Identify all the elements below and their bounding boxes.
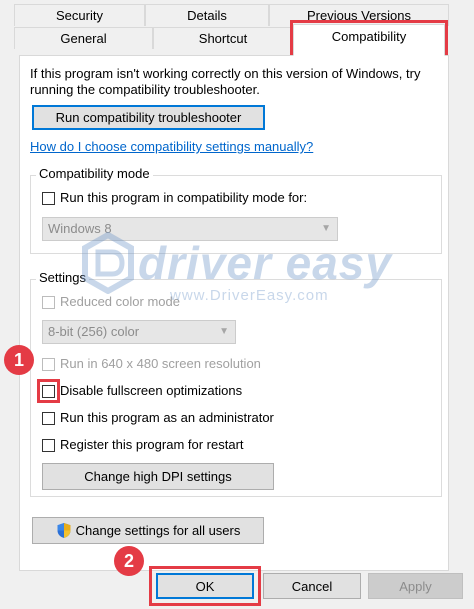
cancel-button[interactable]: Cancel bbox=[263, 573, 361, 599]
run-admin-checkbox[interactable] bbox=[42, 412, 55, 425]
cancel-label: Cancel bbox=[291, 578, 333, 594]
run-admin-label: Run this program as an administrator bbox=[60, 410, 274, 425]
run-troubleshooter-button[interactable]: Run compatibility troubleshooter bbox=[32, 105, 265, 130]
apply-label: Apply bbox=[399, 578, 432, 594]
compat-mode-selected: Windows 8 bbox=[48, 221, 112, 236]
tab-previous-versions[interactable]: Previous Versions bbox=[269, 4, 449, 26]
compat-mode-checkbox-label: Run this program in compatibility mode f… bbox=[60, 190, 308, 205]
step-1-badge: 1 bbox=[4, 345, 34, 375]
apply-button[interactable]: Apply bbox=[368, 573, 463, 599]
tab-compatibility[interactable]: Compatibility bbox=[293, 24, 445, 56]
ok-button[interactable]: OK bbox=[156, 573, 254, 599]
change-all-users-label: Change settings for all users bbox=[75, 523, 241, 538]
intro-text-line-1: If this program isn't working correctly … bbox=[30, 66, 421, 81]
tab-details[interactable]: Details bbox=[145, 4, 269, 26]
change-all-users-button[interactable]: Change settings for all users bbox=[32, 517, 264, 544]
shield-icon bbox=[56, 522, 72, 539]
run-troubleshooter-label: Run compatibility troubleshooter bbox=[55, 110, 242, 125]
register-restart-checkbox[interactable] bbox=[42, 439, 55, 452]
change-high-dpi-button[interactable]: Change high DPI settings bbox=[42, 463, 274, 490]
chevron-down-icon: ▼ bbox=[321, 223, 331, 234]
compat-mode-select[interactable]: Windows 8 ▼ bbox=[42, 217, 338, 241]
ok-label: OK bbox=[195, 578, 215, 594]
compat-mode-checkbox[interactable] bbox=[42, 192, 55, 205]
reduced-color-label: Reduced color mode bbox=[60, 294, 180, 309]
change-high-dpi-label: Change high DPI settings bbox=[84, 469, 232, 484]
tab-security[interactable]: Security bbox=[14, 4, 145, 26]
color-mode-select[interactable]: 8-bit (256) color ▼ bbox=[42, 320, 236, 344]
step-2-badge: 2 bbox=[114, 546, 144, 576]
disable-fullscreen-checkbox[interactable] bbox=[42, 385, 55, 398]
register-restart-label: Register this program for restart bbox=[60, 437, 244, 452]
compat-mode-legend: Compatibility mode bbox=[36, 166, 153, 181]
color-mode-selected: 8-bit (256) color bbox=[48, 324, 140, 339]
compat-mode-group bbox=[30, 175, 442, 254]
help-link[interactable]: How do I choose compatibility settings m… bbox=[30, 139, 313, 154]
tab-general[interactable]: General bbox=[14, 27, 153, 49]
run-640-label: Run in 640 x 480 screen resolution bbox=[60, 356, 261, 371]
run-640-checkbox[interactable] bbox=[42, 358, 55, 371]
reduced-color-checkbox[interactable] bbox=[42, 296, 55, 309]
tab-shortcut[interactable]: Shortcut bbox=[153, 27, 293, 49]
settings-legend: Settings bbox=[36, 270, 89, 285]
intro-text-line-2: running the compatibility troubleshooter… bbox=[30, 82, 260, 97]
disable-fullscreen-label: Disable fullscreen optimizations bbox=[60, 383, 243, 398]
chevron-down-icon: ▼ bbox=[219, 326, 229, 337]
